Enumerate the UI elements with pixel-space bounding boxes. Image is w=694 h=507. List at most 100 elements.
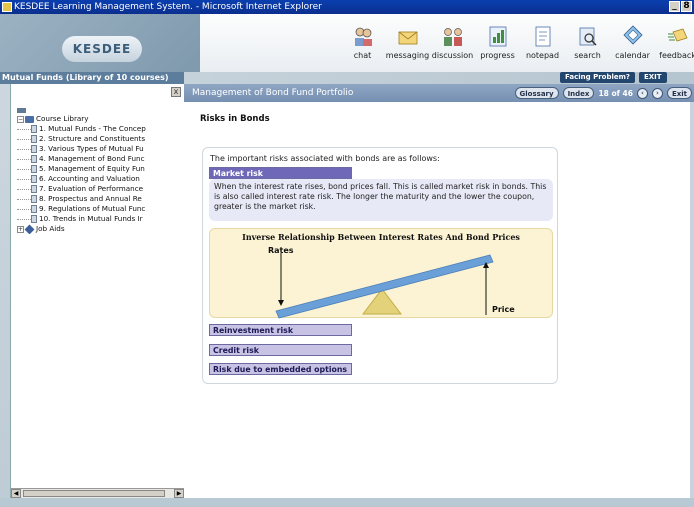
window-controls: _ 8: [669, 1, 692, 12]
scroll-thumb[interactable]: [23, 490, 165, 497]
job-aids-icon: [24, 224, 35, 234]
course-item-label: 7. Evaluation of Performance: [39, 184, 144, 193]
credit-risk-tab[interactable]: Credit risk: [209, 344, 352, 356]
tool-chat-label: chat: [353, 51, 372, 60]
restore-button[interactable]: 8: [681, 1, 692, 12]
library-root-icon: [17, 107, 26, 113]
rates-label: Rates: [268, 246, 294, 255]
course-item-label: 3. Various Types of Mutual Fu: [39, 144, 144, 153]
document-icon: [31, 215, 37, 223]
tree-course-library[interactable]: − Course Library: [17, 114, 179, 124]
ie-app-icon: [2, 2, 12, 12]
tool-notepad-label: notepad: [525, 51, 560, 60]
close-pane-button[interactable]: x: [171, 87, 181, 97]
tool-calendar-label: calendar: [615, 51, 650, 60]
collapse-icon[interactable]: −: [17, 115, 24, 123]
course-item-label: 2. Structure and Constituents: [39, 134, 146, 143]
document-icon: [31, 165, 37, 173]
embedded-options-risk-tab[interactable]: Risk due to embedded options: [209, 363, 352, 375]
tree-connector: [17, 165, 31, 170]
tree-item[interactable]: 7. Evaluation of Performance: [17, 184, 179, 194]
course-item-label: 4. Management of Bond Func: [39, 154, 145, 163]
document-icon: [31, 195, 37, 203]
window-title-bar: KESDEE Learning Management System. - Mic…: [0, 0, 694, 14]
section-title: Risks in Bonds: [200, 114, 270, 124]
tree-job-aids[interactable]: + Job Aids: [17, 224, 179, 234]
tool-search-label: search: [574, 51, 601, 60]
tool-calendar[interactable]: calendar: [610, 24, 655, 60]
progress-icon: [489, 26, 506, 47]
envelope-icon: [398, 31, 417, 45]
document-icon: [31, 175, 37, 183]
previous-page-button[interactable]: ‹: [636, 87, 648, 99]
tree-connector: [17, 195, 31, 200]
tree-connector: [17, 205, 31, 210]
tree-item[interactable]: 6. Accounting and Valuation: [17, 174, 179, 184]
document-icon: [31, 125, 37, 133]
tree-item[interactable]: 3. Various Types of Mutual Fu: [17, 144, 179, 154]
job-aids-label: Job Aids: [36, 224, 65, 233]
scroll-right-button[interactable]: ▶: [174, 489, 184, 498]
tool-chat[interactable]: chat: [340, 24, 385, 60]
seesaw-graphic: Rates Price: [268, 246, 515, 319]
tree-item[interactable]: 4. Management of Bond Func: [17, 154, 179, 164]
index-button[interactable]: Index: [562, 87, 595, 99]
course-item-label: 8. Prospectus and Annual Re: [39, 194, 142, 203]
calendar-icon: [622, 25, 643, 45]
course-library-label: Course Library: [36, 114, 89, 123]
document-icon: [31, 155, 37, 163]
tree-item[interactable]: 5. Management of Equity Fun: [17, 164, 179, 174]
tool-feedback-label: feedback: [659, 51, 694, 60]
facing-problem-button[interactable]: Facing Problem?: [560, 72, 635, 83]
course-library-title: Mutual Funds (Library of 10 courses): [0, 72, 184, 84]
module-nav: Glossary Index 18 of 46 ‹ › Exit: [514, 87, 692, 99]
document-icon: [31, 185, 37, 193]
course-item-label: 6. Accounting and Valuation: [39, 174, 140, 183]
tool-search[interactable]: search: [565, 24, 610, 60]
module-title: Management of Bond Fund Portfolio: [192, 88, 354, 98]
tree-connector: [17, 125, 31, 130]
course-item-label: 1. Mutual Funds - The Concep: [39, 124, 146, 133]
kesdee-logo: KESDEE: [62, 36, 142, 62]
app-header: KESDEE chat messaging discussion progres…: [0, 14, 694, 72]
horizontal-scrollbar[interactable]: ◀ ▶: [11, 488, 184, 498]
tree-root: [17, 106, 179, 114]
expand-icon[interactable]: +: [17, 225, 24, 233]
chat-icon: [354, 27, 372, 46]
course-tree: − Course Library 1. Mutual Funds - The C…: [17, 106, 179, 234]
risks-card: The important risks associated with bond…: [202, 147, 558, 384]
document-icon: [31, 205, 37, 213]
minimize-button[interactable]: _: [669, 1, 680, 12]
help-controls: Facing Problem? EXIT: [560, 72, 667, 83]
market-risk-header[interactable]: Market risk: [209, 167, 352, 179]
tree-connector: [17, 155, 31, 160]
page-counter: 18 of 46: [598, 88, 633, 98]
tool-feedback[interactable]: feedback: [655, 24, 694, 60]
tool-notepad[interactable]: notepad: [520, 24, 565, 60]
tree-connector: [17, 145, 31, 150]
tree-item[interactable]: 10. Trends in Mutual Funds Ir: [17, 214, 179, 224]
tree-item[interactable]: 9. Regulations of Mutual Func: [17, 204, 179, 214]
reinvestment-risk-tab[interactable]: Reinvestment risk: [209, 324, 352, 336]
search-icon: [579, 27, 597, 46]
intro-text: The important risks associated with bond…: [210, 154, 440, 163]
tool-progress[interactable]: progress: [475, 24, 520, 60]
tree-connector: [17, 215, 31, 220]
tree-item[interactable]: 1. Mutual Funds - The Concep: [17, 124, 179, 134]
tree-item[interactable]: 2. Structure and Constituents: [17, 134, 179, 144]
tree-item[interactable]: 8. Prospectus and Annual Re: [17, 194, 179, 204]
course-item-label: 9. Regulations of Mutual Func: [39, 204, 146, 213]
discussion-icon: [443, 28, 462, 46]
tool-messaging[interactable]: messaging: [385, 24, 430, 60]
module-exit-button[interactable]: Exit: [666, 87, 692, 99]
next-page-button[interactable]: ›: [651, 87, 663, 99]
window-title: KESDEE Learning Management System. - Mic…: [14, 2, 322, 12]
top-exit-button[interactable]: EXIT: [638, 72, 667, 83]
module-header: Management of Bond Fund Portfolio Glossa…: [184, 84, 694, 102]
right-edge: [690, 102, 694, 498]
market-risk-description: When the interest rate rises, bond price…: [209, 179, 553, 221]
scroll-left-button[interactable]: ◀: [11, 489, 21, 498]
glossary-button[interactable]: Glossary: [514, 87, 559, 99]
tool-discussion[interactable]: discussion: [430, 24, 475, 60]
tool-messaging-label: messaging: [385, 51, 430, 60]
